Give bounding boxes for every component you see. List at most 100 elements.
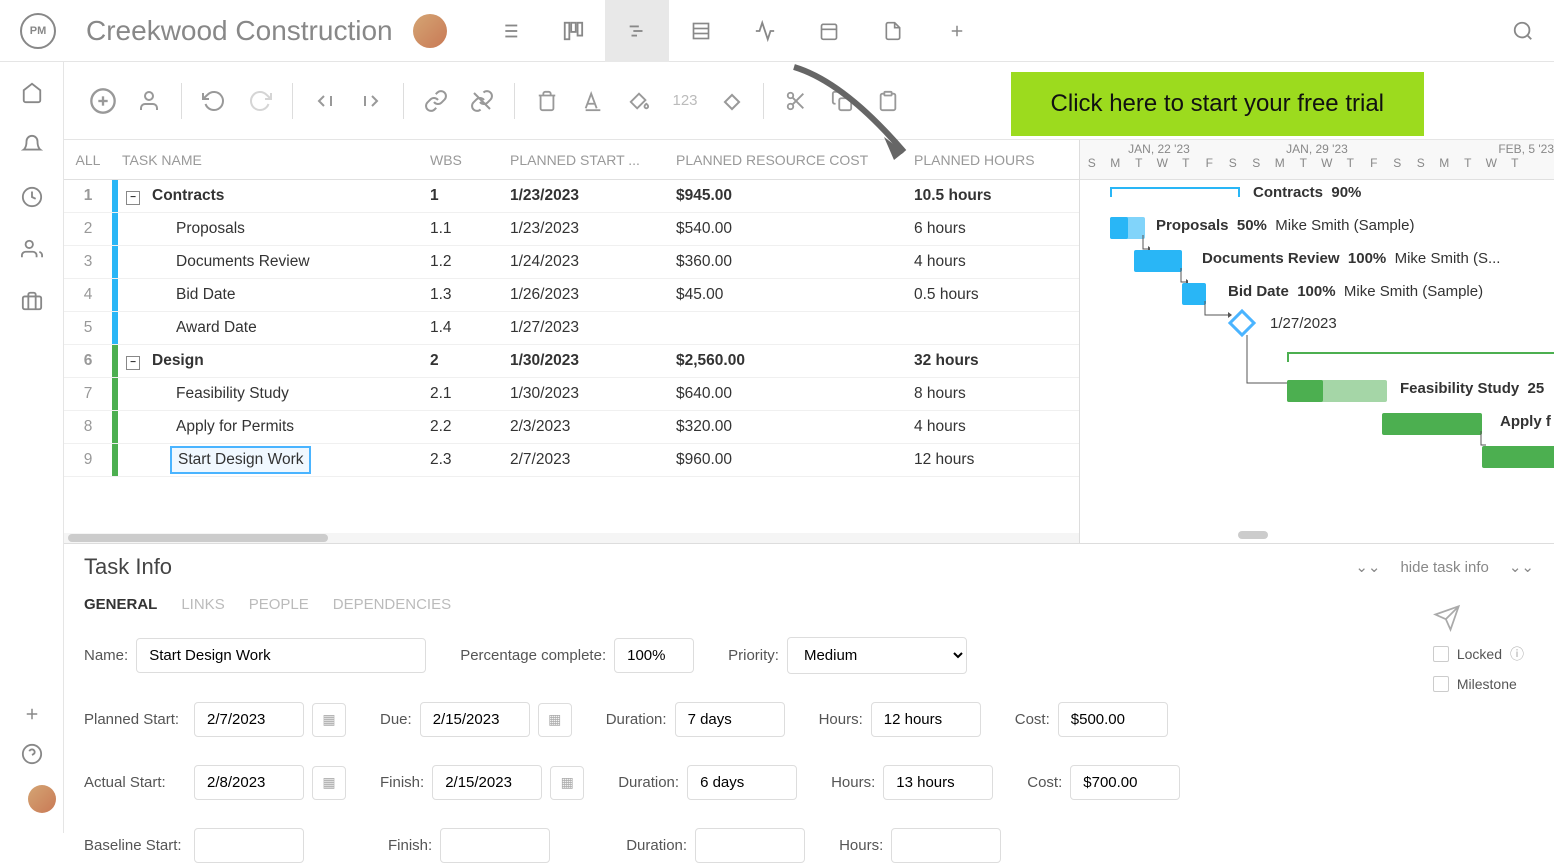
table-row[interactable]: 8Apply for Permits2.22/3/2023$320.004 ho… — [64, 411, 1079, 444]
redo-icon[interactable] — [246, 87, 274, 115]
task-name[interactable]: Design — [146, 349, 210, 373]
calendar-icon[interactable]: ▦ — [312, 703, 346, 737]
task-name[interactable]: Documents Review — [170, 250, 316, 274]
copy-icon[interactable] — [828, 87, 856, 115]
view-list-icon[interactable] — [477, 0, 541, 62]
nav-help-icon[interactable] — [21, 743, 43, 765]
assign-icon[interactable] — [135, 87, 163, 115]
baseline-finish-input[interactable] — [440, 828, 550, 863]
calendar-icon[interactable]: ▦ — [538, 703, 572, 737]
app-logo[interactable]: PM — [20, 13, 56, 49]
task-name[interactable]: Proposals — [170, 217, 251, 241]
table-row[interactable]: 6−Design21/30/2023$2,560.0032 hours — [64, 345, 1079, 378]
add-task-icon[interactable] — [89, 87, 117, 115]
search-icon[interactable] — [1512, 20, 1534, 42]
col-wbs[interactable]: WBS — [430, 152, 510, 168]
duration-input[interactable] — [675, 702, 785, 737]
duration2-input[interactable] — [687, 765, 797, 800]
nav-time-icon[interactable] — [21, 186, 43, 208]
planned-start-input[interactable] — [194, 702, 304, 737]
priority-select[interactable]: Medium — [787, 637, 967, 674]
collapse-icon[interactable]: − — [126, 191, 140, 205]
send-icon[interactable] — [1433, 604, 1524, 632]
actual-start-input[interactable] — [194, 765, 304, 800]
nav-add-icon[interactable] — [23, 705, 41, 723]
col-cost[interactable]: PLANNED RESOURCE COST — [676, 152, 914, 168]
col-all[interactable]: ALL — [64, 152, 112, 168]
col-name[interactable]: TASK NAME — [112, 152, 430, 168]
name-input[interactable] — [136, 638, 426, 673]
table-scrollbar[interactable] — [64, 533, 1079, 543]
project-title[interactable]: Creekwood Construction — [86, 15, 393, 47]
milestone-checkbox[interactable]: Milestone — [1433, 676, 1524, 692]
view-add-icon[interactable] — [925, 0, 989, 62]
tab-people[interactable]: PEOPLE — [249, 596, 309, 613]
gantt-chart[interactable]: JAN, 22 '23 JAN, 29 '23 FEB, 5 '23 SMTWT… — [1080, 140, 1554, 543]
collapse-icon[interactable]: − — [126, 356, 140, 370]
tab-general[interactable]: GENERAL — [84, 596, 157, 613]
cut-icon[interactable] — [782, 87, 810, 115]
fill-icon[interactable] — [625, 87, 653, 115]
task-name[interactable]: Contracts — [146, 184, 230, 208]
gantt-month: JAN, 29 '23 — [1238, 142, 1396, 156]
table-row[interactable]: 2Proposals1.11/23/2023$540.006 hours — [64, 213, 1079, 246]
view-activity-icon[interactable] — [733, 0, 797, 62]
cost2-input[interactable] — [1070, 765, 1180, 800]
col-start[interactable]: PLANNED START ... — [510, 152, 676, 168]
col-hours[interactable]: PLANNED HOURS — [914, 152, 1074, 168]
user-avatar[interactable] — [28, 785, 56, 813]
locked-checkbox[interactable]: Locked ⓘ — [1433, 644, 1524, 664]
numbers-icon[interactable]: 123 — [671, 87, 699, 115]
view-calendar-icon[interactable] — [797, 0, 861, 62]
table-row[interactable]: 4Bid Date1.31/26/2023$45.000.5 hours — [64, 279, 1079, 312]
baseline-start-input[interactable] — [194, 828, 304, 863]
hours-input[interactable] — [871, 702, 981, 737]
outdent-icon[interactable] — [311, 87, 339, 115]
nav-home-icon[interactable] — [21, 82, 43, 104]
calendar-icon[interactable]: ▦ — [550, 766, 584, 800]
nav-people-icon[interactable] — [21, 238, 43, 260]
delete-icon[interactable] — [533, 87, 561, 115]
gantt-month: FEB, 5 '23 — [1396, 142, 1554, 156]
table-row[interactable]: 7Feasibility Study2.11/30/2023$640.008 h… — [64, 378, 1079, 411]
task-name[interactable]: Award Date — [170, 316, 263, 340]
due-input[interactable] — [420, 702, 530, 737]
unlink-icon[interactable] — [468, 87, 496, 115]
undo-icon[interactable] — [200, 87, 228, 115]
gantt-scrollbar[interactable] — [1238, 531, 1268, 539]
table-row[interactable]: 3Documents Review1.21/24/2023$360.004 ho… — [64, 246, 1079, 279]
pct-input[interactable] — [614, 638, 694, 673]
table-row[interactable]: 9Start Design Work2.32/7/2023$960.0012 h… — [64, 444, 1079, 477]
view-board-icon[interactable] — [541, 0, 605, 62]
text-style-icon[interactable] — [579, 87, 607, 115]
free-trial-button[interactable]: Click here to start your free trial — [1011, 72, 1424, 136]
baseline-hours-input[interactable] — [891, 828, 1001, 863]
indent-icon[interactable] — [357, 87, 385, 115]
view-sheet-icon[interactable] — [669, 0, 733, 62]
project-avatar[interactable] — [413, 14, 447, 48]
task-name[interactable]: Bid Date — [170, 283, 241, 307]
view-gantt-icon[interactable] — [605, 0, 669, 62]
milestone-icon[interactable] — [717, 87, 745, 115]
tab-links[interactable]: LINKS — [181, 596, 224, 613]
hide-task-info[interactable]: hide task info — [1400, 559, 1488, 576]
collapse-down-icon[interactable]: ⌄⌄ — [1509, 558, 1534, 576]
task-name[interactable]: Apply for Permits — [170, 415, 300, 439]
view-file-icon[interactable] — [861, 0, 925, 62]
view-tabs — [477, 0, 989, 62]
paste-icon[interactable] — [874, 87, 902, 115]
nav-briefcase-icon[interactable] — [21, 290, 43, 312]
baseline-duration-input[interactable] — [695, 828, 805, 863]
task-name[interactable]: Feasibility Study — [170, 382, 295, 406]
task-name[interactable]: Start Design Work — [170, 446, 311, 474]
collapse-down-icon[interactable]: ⌄⌄ — [1355, 558, 1380, 576]
tab-dependencies[interactable]: DEPENDENCIES — [333, 596, 451, 613]
calendar-icon[interactable]: ▦ — [312, 766, 346, 800]
nav-notifications-icon[interactable] — [21, 134, 43, 156]
hours2-input[interactable] — [883, 765, 993, 800]
finish-input[interactable] — [432, 765, 542, 800]
link-icon[interactable] — [422, 87, 450, 115]
table-row[interactable]: 5Award Date1.41/27/2023 — [64, 312, 1079, 345]
table-row[interactable]: 1−Contracts11/23/2023$945.0010.5 hours — [64, 180, 1079, 213]
cost-input[interactable] — [1058, 702, 1168, 737]
